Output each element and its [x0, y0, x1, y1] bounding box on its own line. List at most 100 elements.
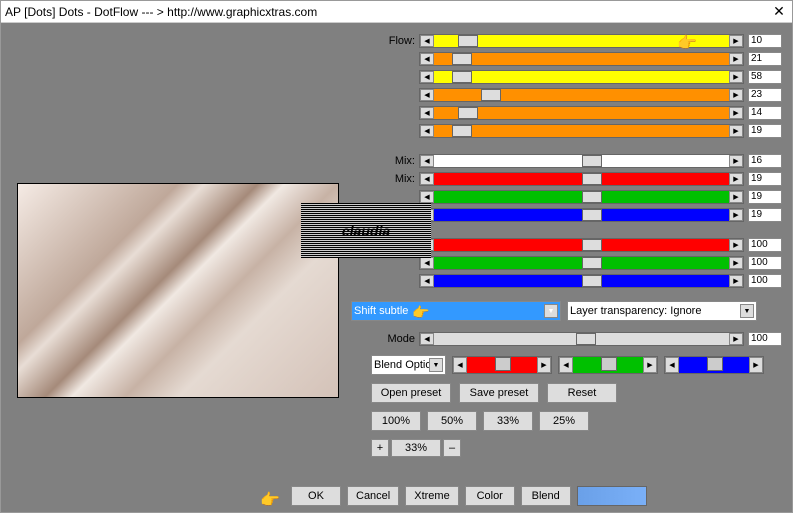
window-title: AP [Dots] Dots - DotFlow --- > http://ww… [5, 5, 770, 19]
chevron-down-icon[interactable]: ▼ [544, 304, 558, 318]
flow-4-slider[interactable]: ◀ ▶ [419, 106, 744, 120]
mix-0-value[interactable]: 16 [748, 154, 782, 168]
chevron-down-icon[interactable]: ▼ [429, 358, 443, 372]
flow-2-value[interactable]: 58 [748, 70, 782, 84]
factor-2-value[interactable]: 100 [748, 274, 782, 288]
arrow-left-icon[interactable]: ◀ [559, 357, 573, 373]
mode-value[interactable]: 100 [748, 332, 782, 346]
preview-image [17, 183, 339, 398]
plus-button[interactable]: + [371, 439, 389, 457]
blend-blue-slider[interactable]: ◀ ▶ [664, 356, 764, 374]
cancel-button[interactable]: Cancel [347, 486, 399, 506]
arrow-right-icon[interactable]: ▶ [729, 191, 743, 203]
arrow-left-icon[interactable]: ◀ [420, 71, 434, 83]
flow-4-value[interactable]: 14 [748, 106, 782, 120]
mix-0-slider[interactable]: ◀ ▶ [419, 154, 744, 168]
mix-1-slider[interactable]: ◀ ▶ [419, 172, 744, 186]
flow-1-row: ◀ ▶ 21 [371, 51, 782, 67]
mix-3-slider[interactable]: ◀ ▶ [419, 208, 744, 222]
arrow-left-icon[interactable]: ◀ [420, 155, 434, 167]
mode-label: Mode [371, 333, 419, 345]
factor-0-value[interactable]: 100 [748, 238, 782, 252]
blend-option-row: Blend Optio ▼ ◀ ▶ ◀ ▶ ◀ ▶ [371, 355, 782, 375]
blend-option-select[interactable]: Blend Optio ▼ [371, 355, 446, 375]
mix-1-value[interactable]: 19 [748, 172, 782, 186]
arrow-right-icon[interactable]: ▶ [729, 89, 743, 101]
shift-mode-select[interactable]: Shift subtle 👉 ▼ [351, 301, 561, 321]
dropdown-row: Shift subtle 👉 ▼ Layer transparency: Ign… [351, 301, 782, 321]
arrow-left-icon[interactable]: ◀ [420, 191, 434, 203]
color-button[interactable]: Color [465, 486, 515, 506]
pct-100-button[interactable]: 100% [371, 411, 421, 431]
arrow-right-icon[interactable]: ▶ [729, 155, 743, 167]
mix-3-value[interactable]: 19 [748, 208, 782, 222]
mix-0-label: Mix: [371, 155, 419, 167]
factor-1-slider[interactable]: ◀ ▶ [419, 256, 744, 270]
arrow-right-icon[interactable]: ▶ [729, 209, 743, 221]
flow-1-value[interactable]: 21 [748, 52, 782, 66]
xtreme-button[interactable]: Xtreme [405, 486, 458, 506]
mix-2-value[interactable]: 19 [748, 190, 782, 204]
chevron-down-icon[interactable]: ▼ [740, 304, 754, 318]
mix-1-row: Mix: ◀ ▶ 19 [371, 171, 782, 187]
flow-5-slider[interactable]: ◀ ▶ [419, 124, 744, 138]
factor-1-value[interactable]: 100 [748, 256, 782, 270]
pct-25-button[interactable]: 25% [539, 411, 589, 431]
open-preset-button[interactable]: Open preset [371, 383, 451, 403]
flow-0-row: Flow: ◀ ▶ 👉 10 [371, 33, 782, 49]
color-swatch[interactable] [577, 486, 647, 506]
blend-red-slider[interactable]: ◀ ▶ [452, 356, 552, 374]
flow-1-slider[interactable]: ◀ ▶ [419, 52, 744, 66]
arrow-right-icon[interactable]: ▶ [729, 107, 743, 119]
arrow-right-icon[interactable]: ▶ [729, 71, 743, 83]
arrow-right-icon[interactable]: ▶ [729, 257, 743, 269]
blend-green-slider[interactable]: ◀ ▶ [558, 356, 658, 374]
flow-2-row: ◀ ▶ 58 [371, 69, 782, 85]
arrow-right-icon[interactable]: ▶ [643, 357, 657, 373]
save-preset-button[interactable]: Save preset [459, 383, 539, 403]
arrow-left-icon[interactable]: ◀ [420, 275, 434, 287]
arrow-right-icon[interactable]: ▶ [729, 333, 743, 345]
arrow-left-icon[interactable]: ◀ [420, 53, 434, 65]
arrow-right-icon[interactable]: ▶ [729, 239, 743, 251]
arrow-left-icon[interactable]: ◀ [420, 89, 434, 101]
factor-1-row: ◀ ▶ 100 [371, 255, 782, 271]
factor-0-slider[interactable]: ◀ ▶ [419, 238, 744, 252]
flow-0-value[interactable]: 10 [748, 34, 782, 48]
flow-3-slider[interactable]: ◀ ▶ [419, 88, 744, 102]
arrow-left-icon[interactable]: ◀ [420, 333, 434, 345]
arrow-right-icon[interactable]: ▶ [729, 173, 743, 185]
arrow-left-icon[interactable]: ◀ [420, 125, 434, 137]
transparency-select[interactable]: Layer transparency: Ignore ▼ [567, 301, 757, 321]
watermark: claudia [301, 203, 431, 258]
arrow-left-icon[interactable]: ◀ [420, 257, 434, 269]
minus-button[interactable]: – [443, 439, 461, 457]
mode-slider[interactable]: ◀ ▶ [419, 332, 744, 346]
arrow-right-icon[interactable]: ▶ [537, 357, 551, 373]
arrow-right-icon[interactable]: ▶ [729, 35, 743, 47]
pointer-icon: 👉 [412, 304, 429, 321]
arrow-left-icon[interactable]: ◀ [420, 173, 434, 185]
pct-33-button[interactable]: 33% [483, 411, 533, 431]
arrow-left-icon[interactable]: ◀ [420, 35, 434, 47]
factor-2-slider[interactable]: ◀ ▶ [419, 274, 744, 288]
arrow-left-icon[interactable]: ◀ [665, 357, 679, 373]
ok-button[interactable]: OK [291, 486, 341, 506]
flow-2-slider[interactable]: ◀ ▶ [419, 70, 744, 84]
mix-2-slider[interactable]: ◀ ▶ [419, 190, 744, 204]
close-icon[interactable]: ✕ [770, 3, 788, 20]
arrow-right-icon[interactable]: ▶ [749, 357, 763, 373]
arrow-right-icon[interactable]: ▶ [729, 125, 743, 137]
pct-50-button[interactable]: 50% [427, 411, 477, 431]
reset-button[interactable]: Reset [547, 383, 617, 403]
flow-0-slider[interactable]: ◀ ▶ 👉 [419, 34, 744, 48]
flow-3-value[interactable]: 23 [748, 88, 782, 102]
blend-button[interactable]: Blend [521, 486, 571, 506]
flow-5-value[interactable]: 19 [748, 124, 782, 138]
factor-0-row: Factor: ◀ ▶ 100 [371, 237, 782, 253]
titlebar: AP [Dots] Dots - DotFlow --- > http://ww… [1, 1, 792, 23]
arrow-left-icon[interactable]: ◀ [420, 107, 434, 119]
arrow-right-icon[interactable]: ▶ [729, 275, 743, 287]
arrow-left-icon[interactable]: ◀ [453, 357, 467, 373]
arrow-right-icon[interactable]: ▶ [729, 53, 743, 65]
